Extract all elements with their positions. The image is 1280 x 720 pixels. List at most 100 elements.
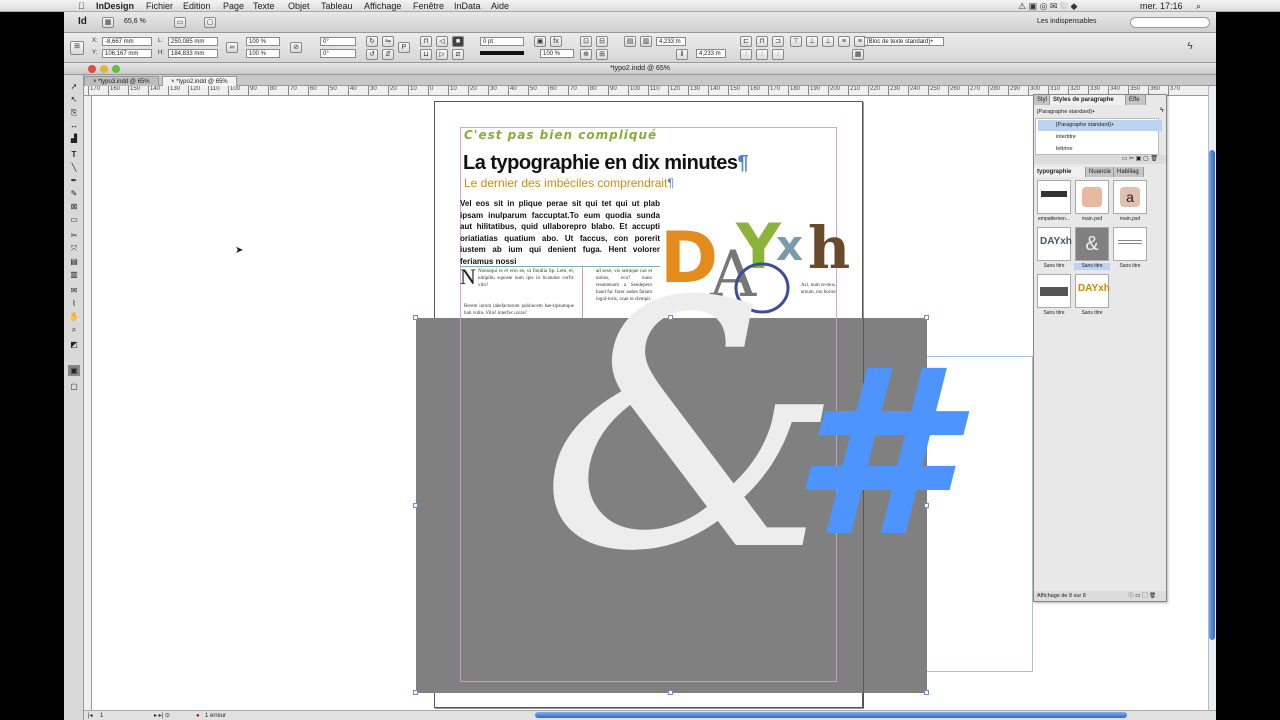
- library-item[interactable]: Sans titre: [1036, 273, 1072, 318]
- horizontal-scroll-thumb[interactable]: [535, 712, 1127, 718]
- pencil-tool-icon[interactable]: ✎: [68, 188, 80, 199]
- path-icon[interactable]: P: [398, 42, 410, 53]
- align-top-icon[interactable]: ⊤: [790, 36, 802, 47]
- view-options-icon[interactable]: ▭: [174, 17, 186, 28]
- rotate-ccw-icon[interactable]: ↺: [366, 49, 378, 60]
- screen-mode-icon[interactable]: ▢: [68, 381, 80, 392]
- adjacent-frame[interactable]: [927, 356, 1033, 672]
- flip-vertical-icon[interactable]: ⇵: [382, 49, 394, 60]
- style-item-lettrine[interactable]: lettrine: [1038, 144, 1162, 155]
- reference-point-icon[interactable]: ⊞: [70, 41, 84, 55]
- opacity-input[interactable]: 100 %: [540, 49, 574, 58]
- distribute-top-icon[interactable]: ≡: [838, 36, 850, 47]
- effects-icon[interactable]: fx: [550, 36, 562, 47]
- menu-edition[interactable]: Edition: [183, 0, 211, 12]
- menu-affichage[interactable]: Affichage: [364, 0, 401, 12]
- first-page-icon[interactable]: |◂: [88, 711, 93, 720]
- page-subtitle[interactable]: Le dernier des imbéciles comprendrait¶: [464, 176, 674, 190]
- lightning-icon[interactable]: ϟ: [1184, 42, 1196, 53]
- align-center-icon[interactable]: ⊓: [756, 36, 768, 47]
- handle-middle-right[interactable]: [924, 503, 929, 508]
- rotation-angle-input[interactable]: 0°: [320, 37, 356, 46]
- hand-tool-icon[interactable]: ✋: [68, 311, 80, 322]
- library-item[interactable]: & Sans titre: [1074, 226, 1110, 271]
- content-collector-icon[interactable]: ▟: [68, 133, 80, 144]
- pen-tool-icon[interactable]: ✒: [68, 175, 80, 186]
- link-scale-icon[interactable]: ⊘: [290, 42, 302, 53]
- handle-middle-left[interactable]: [413, 503, 418, 508]
- align-bottom-icon[interactable]: ⊥: [822, 36, 834, 47]
- library-item[interactable]: Sans titre: [1112, 226, 1148, 271]
- page-title[interactable]: La typographie en dix minutes¶: [463, 152, 749, 175]
- stroke-type-preview[interactable]: [480, 51, 524, 55]
- columns-icon[interactable]: ⫴: [676, 49, 688, 60]
- tab-typo3[interactable]: × *typo3.indd @ 65%: [84, 76, 159, 86]
- gradient-feather-tool-icon[interactable]: ▥: [68, 269, 80, 280]
- minimize-button[interactable]: [100, 65, 108, 73]
- vertical-scroll-thumb[interactable]: [1209, 150, 1215, 640]
- wrap-offset-1-input[interactable]: 4,233 m: [656, 37, 686, 46]
- kicker-text[interactable]: C'est pas bien compliqué: [464, 128, 657, 142]
- menu-objet[interactable]: Objet: [288, 0, 310, 12]
- gradient-tool-icon[interactable]: ▤: [68, 256, 80, 267]
- handle-top-right[interactable]: [924, 315, 929, 320]
- height-input[interactable]: 184,833 mm: [168, 49, 218, 58]
- menu-page[interactable]: Page: [223, 0, 244, 12]
- library-item[interactable]: DAYxh Sans titre: [1036, 226, 1072, 271]
- selection-tool-icon[interactable]: ➚: [68, 81, 80, 92]
- app-menu[interactable]: InDesign: [96, 0, 134, 12]
- align-left-icon[interactable]: ⊏: [740, 36, 752, 47]
- select-content-icon[interactable]: ⊔: [420, 49, 432, 60]
- handle-top-left[interactable]: [413, 315, 418, 320]
- tab-library-typographie[interactable]: typographie: [1034, 167, 1086, 177]
- menu-fenetre[interactable]: Fenêtre: [413, 0, 444, 12]
- stroke-weight-input[interactable]: 0 pt: [480, 37, 524, 46]
- wrap-offset-2-input[interactable]: 4,233 m: [696, 49, 726, 58]
- library-item[interactable]: a main.psd: [1112, 179, 1148, 224]
- menu-texte[interactable]: Texte: [253, 0, 275, 12]
- fill-stroke-icon[interactable]: ◩: [68, 339, 80, 350]
- note-tool-icon[interactable]: ✉: [68, 285, 80, 296]
- bridge-icon[interactable]: ▦: [102, 17, 114, 28]
- flip-horizontal-icon[interactable]: ⇋: [382, 36, 394, 47]
- drop-shadow-icon[interactable]: ▣: [534, 36, 546, 47]
- preflight-error-icon[interactable]: ●: [196, 711, 200, 720]
- help-search-input[interactable]: [1130, 17, 1210, 28]
- y-position-input[interactable]: 106,167 mm: [102, 49, 152, 58]
- library-item[interactable]: empattemen...: [1036, 179, 1072, 224]
- fill-proportionally-icon[interactable]: ⊞: [596, 49, 608, 60]
- style-item-intertitre[interactable]: intertitre: [1038, 132, 1162, 143]
- page-number[interactable]: 1: [100, 711, 103, 720]
- preflight-status[interactable]: 1 erreur: [205, 711, 226, 720]
- distribute-right-icon[interactable]: ⫶: [772, 49, 784, 60]
- direct-selection-tool-icon[interactable]: ↖: [68, 94, 80, 105]
- select-previous-icon[interactable]: ◁: [436, 36, 448, 47]
- formatting-affects-frame-icon[interactable]: ▣: [68, 365, 80, 376]
- vertical-ruler[interactable]: [84, 96, 92, 710]
- handle-bottom-left[interactable]: [413, 690, 418, 695]
- distribute-left-icon[interactable]: ⫶: [740, 49, 752, 60]
- object-style-select[interactable]: [Bloc de texte standard]+: [864, 37, 944, 46]
- rectangle-frame-tool-icon[interactable]: ⊠: [68, 201, 80, 212]
- align-middle-icon[interactable]: ⊥: [806, 36, 818, 47]
- tab-typo2[interactable]: × *typo2.indd @ 65%: [162, 76, 237, 86]
- workspace-switcher[interactable]: Les indispensables: [1037, 18, 1097, 25]
- zoom-tool-icon[interactable]: ⌕: [68, 324, 80, 335]
- spotlight-icon[interactable]: ⌕: [1196, 0, 1201, 12]
- align-right-icon[interactable]: ⊐: [772, 36, 784, 47]
- handle-bottom-right[interactable]: [924, 690, 929, 695]
- tab-paragraph-styles[interactable]: Styles de paragraphe: [1050, 95, 1126, 105]
- menu-indata[interactable]: InData: [454, 0, 481, 12]
- page-tool-icon[interactable]: ⎘: [68, 107, 80, 118]
- rectangle-tool-icon[interactable]: ▭: [68, 214, 80, 225]
- type-tool-icon[interactable]: T: [68, 149, 80, 160]
- style-item-standard[interactable]: [Paragraphe standard]+: [1038, 120, 1162, 131]
- menu-fichier[interactable]: Fichier: [146, 0, 173, 12]
- x-position-input[interactable]: -8,667 mm: [102, 37, 152, 46]
- select-next-icon[interactable]: ▷: [436, 49, 448, 60]
- page-nav-icons[interactable]: ▸ ▸| ⊙: [154, 711, 170, 720]
- close-button[interactable]: [88, 65, 96, 73]
- width-input[interactable]: 250,085 mm: [168, 37, 218, 46]
- shear-angle-input[interactable]: 0°: [320, 49, 356, 58]
- screen-mode-icon[interactable]: ▢: [204, 17, 216, 28]
